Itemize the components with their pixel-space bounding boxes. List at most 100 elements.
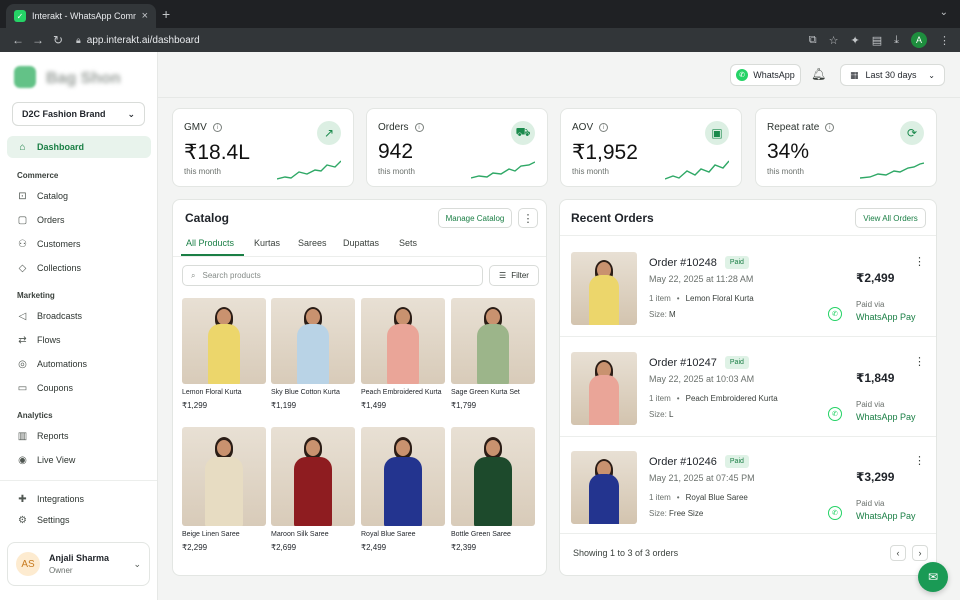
catalog-more-icon[interactable]: ⋮	[518, 208, 538, 228]
order-product-image	[571, 451, 637, 524]
size-label: Size:	[649, 410, 667, 419]
sidebar-item-dashboard[interactable]: ⌂ Dashboard	[7, 136, 151, 158]
recent-orders-title: Recent Orders	[571, 211, 654, 225]
home-icon: ⌂	[19, 141, 26, 153]
product-name: Beige Linen Saree	[182, 531, 240, 538]
order-more-icon[interactable]: ⋮	[914, 454, 925, 467]
sidebar-item-orders[interactable]: ▢ Orders	[7, 209, 151, 231]
order-id[interactable]: Order #10247	[649, 357, 717, 369]
reading-list-icon[interactable]: ▤	[872, 34, 882, 47]
product-search-input[interactable]: ⌕ Search products	[182, 265, 483, 286]
order-row[interactable]: Order #10247 Paid May 22, 2025 at 10:03 AM…	[560, 337, 936, 437]
order-date: May 22, 2025 at 10:03 AM	[649, 374, 755, 384]
sidebar-item-catalog[interactable]: ⊡ Catalog	[7, 185, 151, 207]
sparkline-gmv	[277, 160, 341, 180]
product-card[interactable]: Maroon Silk Saree ₹2,699	[271, 427, 355, 552]
product-card[interactable]: Lemon Floral Kurta ₹1,299	[182, 298, 266, 410]
back-icon[interactable]: ←	[8, 33, 28, 47]
sidebar-item-label: Broadcasts	[37, 311, 83, 321]
browser-menu-icon[interactable]: ⋮	[939, 34, 950, 47]
info-icon[interactable]: i	[825, 123, 835, 132]
whatsapp-icon: ✆	[828, 506, 842, 520]
tab-dupattas[interactable]: Dupattas	[343, 238, 379, 248]
install-app-icon[interactable]: ⧉	[809, 34, 817, 47]
tab-search-chevron-icon[interactable]: ⌄	[940, 7, 948, 18]
next-page-icon[interactable]: ›	[912, 545, 928, 561]
extensions-icon[interactable]: ✦	[851, 34, 860, 47]
browser-tab[interactable]: ✓ Interakt - WhatsApp Commerce ×	[6, 4, 156, 28]
sidebar-item-integrations[interactable]: ✚ Integrations	[7, 488, 151, 510]
view-all-orders-button[interactable]: View All Orders	[855, 208, 926, 228]
bookmark-star-icon[interactable]: ☆	[829, 34, 839, 47]
date-range-picker[interactable]: ▦ Last 30 days ⌄	[840, 64, 945, 86]
chat-support-icon[interactable]: ✉	[918, 562, 948, 592]
sidebar-item-broadcasts[interactable]: ◁ Broadcasts	[7, 305, 151, 327]
order-row[interactable]: Order #10246 Paid May 21, 2025 at 07:45 PM…	[560, 436, 936, 536]
order-id[interactable]: Order #10248	[649, 257, 717, 269]
avatar: AS	[16, 552, 40, 576]
product-image	[361, 427, 445, 526]
order-row[interactable]: Order #10248 Paid May 22, 2025 at 11:28 AM…	[560, 237, 936, 337]
sidebar-item-automations[interactable]: ◎ Automations	[7, 353, 151, 375]
product-card[interactable]: Sky Blue Cotton Kurta ₹1,199	[271, 298, 355, 410]
lock-icon: 🔒︎	[76, 34, 81, 45]
product-card[interactable]: Bottle Green Saree ₹2,399	[451, 427, 535, 552]
profile-avatar[interactable]: A	[911, 32, 927, 48]
orders-header-divider	[560, 235, 936, 236]
sidebar-item-customers[interactable]: ⚇ Customers	[7, 233, 151, 255]
order-more-icon[interactable]: ⋮	[914, 355, 925, 368]
order-amount: ₹3,299	[856, 470, 895, 484]
user-menu[interactable]: AS Anjali Sharma Owner ⌄	[7, 542, 150, 586]
tab-sets[interactable]: Sets	[399, 238, 417, 248]
sidebar-item-label: Settings	[37, 515, 70, 525]
box-icon: ▢	[17, 214, 28, 226]
kpi-card-repeat-rate: Repeat rate i 34% this month ⟳	[755, 108, 937, 187]
product-card[interactable]: Peach Embroidered Kurta ₹1,499	[361, 298, 445, 410]
sidebar-item-coupons[interactable]: ▭ Coupons	[7, 377, 151, 399]
payment-method: WhatsApp Pay	[856, 511, 916, 521]
megaphone-icon: ◁	[18, 310, 27, 322]
tab-all-products[interactable]: All Products	[186, 238, 234, 248]
manage-catalog-button[interactable]: Manage Catalog	[438, 208, 512, 228]
product-card[interactable]: Royal Blue Saree ₹2,499	[361, 427, 445, 552]
bag-icon: ⊡	[18, 190, 27, 202]
date-range-label: Last 30 days	[865, 70, 917, 80]
close-tab-icon[interactable]: ×	[142, 10, 148, 22]
sidebar-item-settings[interactable]: ⚙ Settings	[7, 509, 151, 531]
filter-button[interactable]: ☰ Filter	[489, 265, 539, 286]
info-icon[interactable]: i	[212, 123, 222, 132]
sidebar-item-label: Flows	[37, 335, 61, 345]
order-id[interactable]: Order #10246	[649, 456, 717, 468]
product-image	[451, 298, 535, 384]
whatsapp-label: WhatsApp	[753, 70, 795, 80]
tab-kurtas[interactable]: Kurtas	[254, 238, 280, 248]
sidebar-item-reports[interactable]: ▥ Reports	[7, 425, 151, 447]
order-more-icon[interactable]: ⋮	[914, 255, 925, 268]
sidebar-item-label: Dashboard	[37, 142, 85, 152]
sidebar-item-label: Collections	[37, 263, 82, 273]
browser-toolbar: ⧉ ☆ ✦ ▤ ⤓ A ⋮	[809, 32, 950, 48]
info-icon[interactable]: i	[599, 123, 609, 132]
whatsapp-icon: ✆	[828, 307, 842, 321]
product-card[interactable]: Sage Green Kurta Set ₹1,799	[451, 298, 535, 410]
url-field[interactable]: 🔒︎ app.interakt.ai/dashboard	[76, 35, 200, 46]
sidebar-item-flows[interactable]: ⇄ Flows	[7, 329, 151, 351]
order-date: May 22, 2025 at 11:28 AM	[649, 274, 754, 284]
download-icon[interactable]: ⤓	[894, 34, 899, 47]
store-selector[interactable]: D2C Fashion Brand ⌄	[12, 102, 145, 126]
product-card[interactable]: Beige Linen Saree ₹2,299	[182, 427, 266, 552]
sidebar-item-collections[interactable]: ◇ Collections	[7, 257, 151, 279]
tab-sarees[interactable]: Sarees	[298, 238, 327, 248]
product-name: Sage Green Kurta Set	[451, 389, 520, 396]
whatsapp-button[interactable]: ✆ WhatsApp	[730, 64, 801, 86]
address-bar: ← → ↻ 🔒︎ app.interakt.ai/dashboard ⧉ ☆ ✦…	[0, 28, 960, 52]
previous-page-icon[interactable]: ‹	[890, 545, 906, 561]
info-icon[interactable]: i	[414, 123, 424, 132]
forward-icon[interactable]: →	[28, 33, 48, 47]
bar-chart-icon: ▥	[17, 430, 28, 442]
sidebar-item-label: Coupons	[37, 383, 74, 393]
new-tab-icon[interactable]: +	[162, 6, 170, 22]
bell-icon[interactable]: 🔔︎	[811, 67, 826, 81]
sidebar-item-live-view[interactable]: ◉ Live View	[7, 449, 151, 471]
reload-icon[interactable]: ↻	[48, 33, 68, 47]
